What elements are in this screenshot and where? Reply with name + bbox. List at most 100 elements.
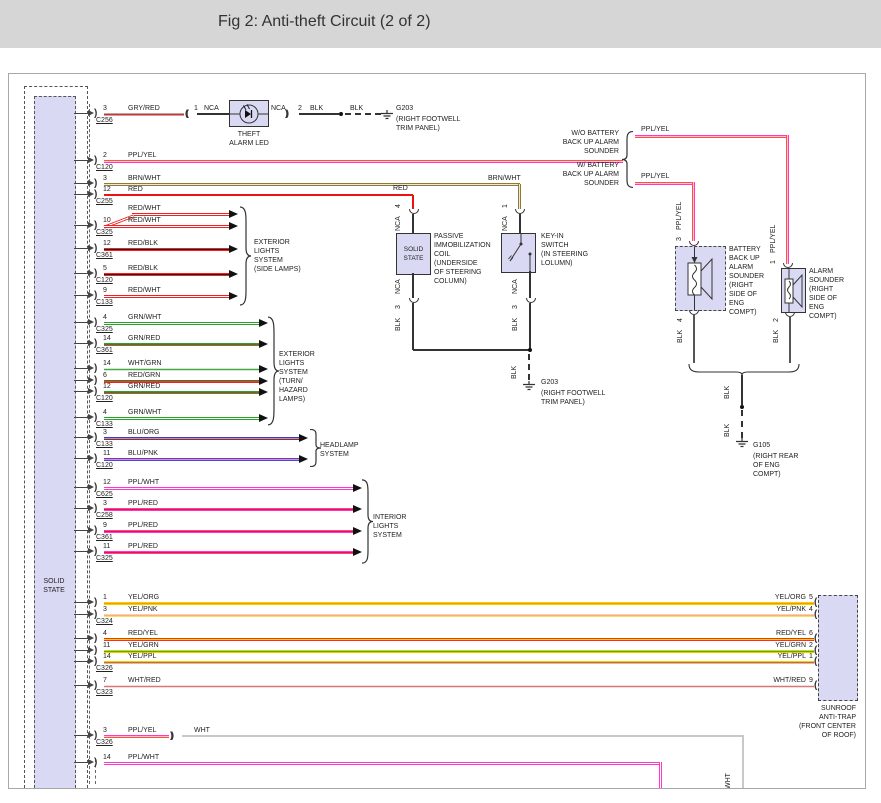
connector-bracket [94,757,97,768]
speaker-icon [676,247,725,310]
module-label: SOLID STATE [34,577,74,595]
pin-label: 14 [103,754,111,761]
wire-line [132,213,229,216]
wire-color-label: RED/WHT [128,217,161,224]
exit-arrow-icon [74,391,89,392]
exit-arrow-icon [74,735,89,736]
connector-label: C120 [96,164,113,171]
alarm-sounder-label: ALARM SOUNDER (RIGHT SIDE OF ENG COMPT) [809,267,844,321]
wire-line-vertical [659,762,662,789]
ground-location: (RIGHT REAR OF ENG COMPT) [753,452,798,479]
immobilizer-coil-box: SOLID STATE [396,233,431,275]
wire-color-label: YEL/GRN [744,642,806,649]
wire-line-vertical [786,135,789,264]
wire-color-label: YEL/PNK [128,606,158,613]
exit-arrow-icon [74,530,89,531]
wire-line-vertical [518,184,521,209]
wiring-diagram-screen: Fig 2: Anti-theft Circuit (2 of 2) SOLID… [0,0,881,803]
wire-line [104,685,814,688]
exit-arrow-icon [74,113,89,114]
wire-color-label: RED [128,186,143,193]
wire-color-label: BLK [724,386,731,399]
connector-bracket [94,375,97,386]
wire-color-label: RED/BLK [128,265,158,272]
wire-line [104,508,353,511]
anti-theft-module-box [34,96,76,789]
wire-line [104,638,814,641]
exit-arrow-icon [74,551,89,552]
inline-connector-icon [409,298,419,303]
connector-bracket [814,597,817,608]
wire-line [104,343,259,346]
wire-line [104,530,353,533]
wire-color-label: NCA [204,105,219,112]
wire-line-vertical [789,316,791,363]
connector-label: C326 [96,739,113,746]
wire-line [104,614,814,617]
pin-label: 1 [103,594,107,601]
connector-label: C255 [96,198,113,205]
wire-color-label: BLK [512,318,519,331]
connector-label: C325 [96,326,113,333]
wire-line-vertical [741,375,743,405]
wire-color-label: WHT/RED [744,677,806,684]
wire-line [104,602,814,605]
switch-icon [502,234,535,272]
wire-line [635,135,788,138]
pin-label: 9 [103,287,107,294]
wire-color-label: PPL/RED [128,543,158,550]
splice-dot [740,405,744,409]
connector-label: C120 [96,395,113,402]
wire-color-label: GRN/RED [128,335,160,342]
wire-color-label: PPL/YEL [641,173,669,180]
wire-color-label: RED/GRN [128,372,160,379]
pin-label: 1 [194,105,198,112]
connector-label: C133 [96,421,113,428]
wire-color-label: RED/WHT [128,205,161,212]
pin-label: 1 [809,653,813,660]
theft-led-label: THEFT ALARM LED [211,130,287,148]
exit-arrow-icon [74,343,89,344]
pin-label: 5 [809,594,813,601]
connector-label: C120 [96,277,113,284]
wire-color-label: YEL/ORG [128,594,159,601]
connector-bracket [814,609,817,620]
exit-arrow-icon [74,661,89,662]
pin-label: 11 [103,543,110,550]
wire-color-label: BRN/WHT [488,175,521,182]
wire-line [197,113,229,115]
wire-color-label: BLU/ORG [128,429,160,436]
connector-bracket [94,645,97,656]
wire-color-label: RED/WHT [128,287,161,294]
pin-label: 3 [103,429,107,436]
exit-arrow-icon [74,225,89,226]
wire-color-label: WHT/GRN [128,360,161,367]
wire-line-dashed-vertical [528,354,530,380]
connector-label: C361 [96,347,113,354]
pin-label: 7 [103,677,107,684]
wire-color-label: GRN/RED [128,383,160,390]
wire-line-vertical [412,303,414,350]
pin-label: 1 [770,260,777,264]
wire-line [104,487,353,490]
ground-name: G105 [753,442,770,449]
ground-location: (RIGHT FOOTWELL TRIM PANEL) [541,389,605,407]
title-bar: Fig 2: Anti-theft Circuit (2 of 2) [0,0,881,48]
ground-name: G203 [541,379,558,386]
wire-line [104,194,413,196]
exit-arrow-icon [74,417,89,418]
exit-arrow-icon [74,650,89,651]
sunroof-label: SUNROOF ANTI-TRAP (FRONT CENTER OF ROOF) [774,704,856,740]
group-label-headlamp: HEADLAMP SYSTEM [320,441,359,459]
wire-color-label: BLK [350,105,363,112]
connector-bracket [94,597,97,608]
wire-color-label: YEL/GRN [128,642,159,649]
pin-label: 3 [103,727,107,734]
arrowhead-icon [229,222,238,230]
group-label-interior: INTERIOR LIGHTS SYSTEM [373,513,406,540]
wire-color-label: BRN/WHT [128,175,161,182]
pin-label: 6 [809,630,813,637]
connector-label: C133 [96,299,113,306]
group-label-side-lamps: EXTERIOR LIGHTS SYSTEM (SIDE LAMPS) [254,238,301,274]
wire-line-vertical [412,214,414,233]
